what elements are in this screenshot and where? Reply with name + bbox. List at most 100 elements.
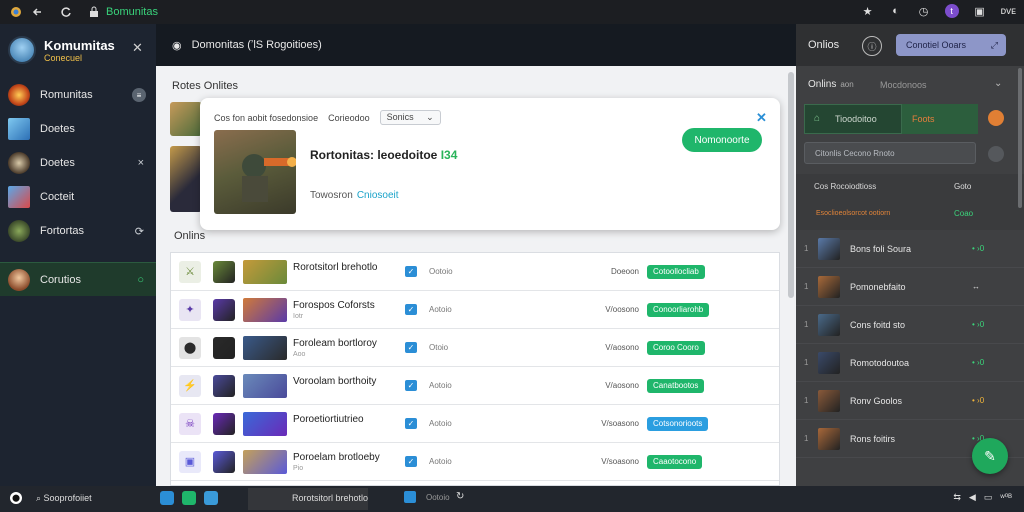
info-icon[interactable]: ⓘ xyxy=(862,36,882,56)
table-row[interactable]: ⚔ Rorotsitorl brehotlo ✓ Ootoio Doeoon Cotool… xyxy=(171,253,779,291)
checkbox-icon[interactable]: ✓ xyxy=(405,418,417,429)
avatar xyxy=(818,313,840,336)
list-item[interactable]: 1 Pomonebfaito ↔ xyxy=(796,268,1024,306)
row-action-button[interactable]: Cotsonorioots xyxy=(647,416,709,431)
sidebar-item-label: Corutios xyxy=(40,273,81,286)
table-row[interactable]: ⬤ Foroleam bortloroy Aoo ✓ Otoio V/aosono Coro… xyxy=(171,329,779,367)
game-thumb-icon xyxy=(8,118,30,140)
browser-menu-label[interactable]: ᴅᴠᴇ xyxy=(1001,4,1016,18)
row-action-button[interactable]: Coroo Cooro xyxy=(647,340,705,355)
table-row[interactable]: ☠ Poroetiortiutrieo ✓ Aotoio V/soasono Cotson… xyxy=(171,405,779,443)
checkbox-icon[interactable]: ✓ xyxy=(405,304,417,315)
game-name: Rortonitas: leoedoitoe Ɩ34 xyxy=(310,148,457,162)
search-button-icon[interactable] xyxy=(988,146,1004,162)
section-subvalue: Coao xyxy=(954,209,974,218)
sidebar-item-romunitas[interactable]: Romunitas ≡ xyxy=(0,78,156,112)
player-count: Ɩ34 xyxy=(440,148,458,162)
sidebar-nav: Romunitas ≡ Doetes Doetes × Cocteit Fort… xyxy=(0,78,156,296)
battery-icon[interactable]: ▭ xyxy=(984,492,993,503)
avatar xyxy=(818,237,840,260)
sidebar-item-fortortas[interactable]: Fortortas ⟳ xyxy=(0,214,156,248)
avatar[interactable] xyxy=(8,36,36,64)
list-item[interactable]: 1 Ronv Goolos • ›0 xyxy=(796,382,1024,420)
scrollbar[interactable] xyxy=(1018,68,1022,208)
volume-icon[interactable]: ◀ xyxy=(969,492,976,503)
network-icon[interactable]: ⇆ xyxy=(953,492,961,503)
taskbar-apps xyxy=(160,491,218,505)
bookmark-star-icon[interactable]: ★ xyxy=(861,4,875,18)
scrollbar[interactable] xyxy=(788,72,794,298)
sidebar-item-label: Cocteit xyxy=(40,191,75,203)
right-search-input[interactable]: Citonlis Cecono Rnoto xyxy=(804,142,976,164)
row-action-button[interactable]: Canatbootos xyxy=(647,378,705,393)
avatar xyxy=(818,427,840,450)
extension-icon[interactable]: ◐ xyxy=(889,4,903,18)
checkbox-icon[interactable]: ✓ xyxy=(405,342,417,353)
address-bar[interactable]: Bomunitas xyxy=(106,6,158,18)
item-name: Romotodoutoa xyxy=(850,357,910,368)
list-item[interactable]: 1 Romotodoutoa • ›0 xyxy=(796,344,1024,382)
row-state: Ootoio xyxy=(429,267,453,276)
table-row[interactable]: ⚡ Voroolam borthoity ✓ Aotoio V/aosono Canatb… xyxy=(171,367,779,405)
browser-logo-icon xyxy=(10,6,22,18)
game-thumb-icon xyxy=(8,220,30,242)
table-row[interactable]: ✦ Forospos Coforsts Iotr ✓ Aotoio V/oosono Con… xyxy=(171,291,779,329)
chat-icon: ◉ xyxy=(172,39,182,52)
game-art xyxy=(243,411,287,436)
table-row[interactable]: ▣ Poroelam brotloeby Pio ✓ Aotoio V/soasono Ca… xyxy=(171,443,779,481)
back-arrow-icon[interactable] xyxy=(32,6,44,18)
checkbox-icon[interactable] xyxy=(404,491,416,503)
clock-icon[interactable]: ◷ xyxy=(917,4,931,18)
checkbox-icon[interactable]: ✓ xyxy=(405,266,417,277)
meta-link[interactable]: Cniosoeit xyxy=(357,190,399,201)
row-state: Otoio xyxy=(429,343,449,352)
row-action-button[interactable]: Conoorliarohb xyxy=(647,302,710,317)
sidebar-item-corutios[interactable]: Corutios ○ xyxy=(0,262,156,296)
start-icon[interactable]: ⬤ xyxy=(10,492,22,504)
checkbox-icon[interactable]: ✓ xyxy=(405,456,417,467)
filter-select[interactable]: Sonics ⌄ xyxy=(379,110,441,125)
row-action-button[interactable]: Cotoollocliab xyxy=(647,264,705,279)
checkbox-icon[interactable]: ✓ xyxy=(405,380,417,391)
filter-label[interactable]: Cos fon aobit fosedonsioe xyxy=(214,113,318,123)
sidebar-item-doetes-2[interactable]: Doetes × xyxy=(0,146,156,180)
app-icon[interactable] xyxy=(160,491,174,505)
sidebar-item-cocteit[interactable]: Cocteit xyxy=(0,180,156,214)
right-action-button[interactable]: Conotiel Ooars ⤢ xyxy=(896,34,1006,56)
taskbar-search[interactable]: ⌕ Sooprofoiiet xyxy=(36,493,92,504)
game-card-thumb[interactable] xyxy=(170,146,202,212)
tab-secondary[interactable]: Foots xyxy=(902,104,978,134)
refresh-icon[interactable]: ↻ xyxy=(456,491,464,502)
edit-fab-button[interactable]: ✎ xyxy=(972,438,1008,474)
sidebar-item-label: Fortortas xyxy=(40,225,85,237)
app-icon[interactable] xyxy=(182,491,196,505)
window-icon[interactable]: ▣ xyxy=(973,4,987,18)
join-button[interactable]: Nomonoorte xyxy=(682,128,762,152)
row-state: Aotoio xyxy=(429,457,452,466)
sidebar-title: Komumitas xyxy=(44,37,115,53)
profile-icon[interactable]: t xyxy=(944,4,959,18)
close-icon[interactable]: ✕ xyxy=(132,40,143,56)
tray-time[interactable]: ʷ⁰ᴮ xyxy=(1000,492,1012,503)
status-dot-icon: ○ xyxy=(137,273,144,286)
reload-icon[interactable] xyxy=(60,6,72,18)
row-action-button[interactable]: Caaotocono xyxy=(647,454,703,469)
sidebar-item-doetes-1[interactable]: Doetes xyxy=(0,112,156,146)
close-icon[interactable]: ✕ xyxy=(756,110,767,126)
menu-icon[interactable]: ≡ xyxy=(132,88,146,102)
online-title: Onlins xyxy=(808,79,837,90)
close-icon[interactable]: × xyxy=(138,157,144,169)
item-name: Cons foitd sto xyxy=(850,319,906,330)
notification-dot-icon[interactable] xyxy=(988,110,1004,126)
filter-label[interactable]: Corieodoo xyxy=(328,113,370,123)
app-icon[interactable] xyxy=(204,491,218,505)
list-item[interactable]: 1 Bons foli Soura • ›0 xyxy=(796,230,1024,268)
list-item[interactable]: 1 Cons foitd sto • ›0 xyxy=(796,306,1024,344)
item-index: 1 xyxy=(804,282,809,291)
chevron-down-icon[interactable]: ⌄ xyxy=(994,78,1002,89)
refresh-icon[interactable]: ⟳ xyxy=(135,225,144,238)
item-status: • ›0 xyxy=(972,244,985,253)
row-name: Foroleam bortloroy xyxy=(293,338,377,349)
game-card-thumb[interactable] xyxy=(170,102,202,136)
game-thumb xyxy=(213,298,235,321)
